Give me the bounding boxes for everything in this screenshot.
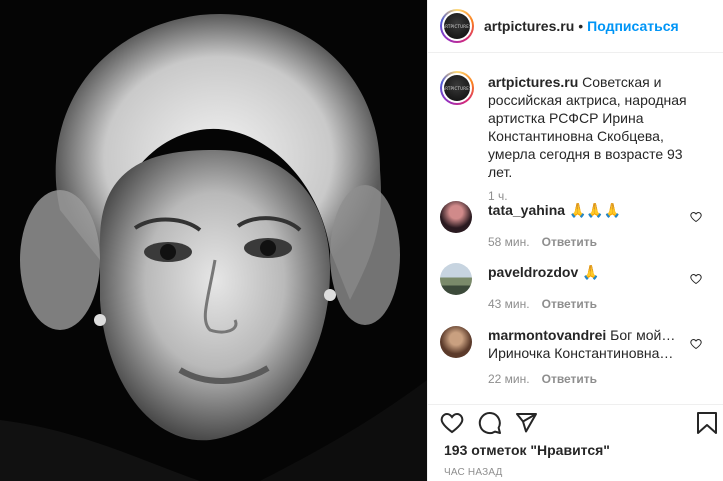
comment-meta: 43 мин. Ответить bbox=[488, 297, 597, 311]
caption-text-block: artpictures.ru Советская и российская ак… bbox=[488, 73, 708, 181]
comment-time[interactable]: 22 мин. bbox=[488, 372, 530, 386]
comment-meta: 22 мин. Ответить bbox=[488, 372, 597, 386]
account-avatar[interactable]: ARTPICTURES bbox=[440, 9, 474, 43]
header-separator: • bbox=[578, 18, 584, 34]
post-side-panel: ARTPICTURES artpictures.ru • Подписаться… bbox=[427, 0, 723, 481]
comment-icon[interactable] bbox=[478, 411, 502, 435]
commenter-avatar[interactable] bbox=[440, 326, 472, 358]
posted-time[interactable]: ЧАС НАЗАД bbox=[444, 467, 503, 478]
comment-meta: 58 мин. Ответить bbox=[488, 235, 597, 249]
action-icons bbox=[440, 411, 718, 437]
post-photo[interactable] bbox=[0, 0, 427, 481]
comment-time[interactable]: 43 мин. bbox=[488, 297, 530, 311]
reply-button[interactable]: Ответить bbox=[542, 372, 597, 386]
post-header: ARTPICTURES artpictures.ru • Подписаться bbox=[428, 0, 723, 53]
reply-button[interactable]: Ответить bbox=[542, 235, 597, 249]
caption-avatar-image: ARTPICTURES bbox=[444, 75, 470, 101]
comment-username[interactable]: tata_yahina bbox=[488, 202, 565, 218]
account-username[interactable]: artpictures.ru bbox=[484, 18, 574, 34]
comment-time[interactable]: 58 мин. bbox=[488, 235, 530, 249]
comment-text-block: marmontovandrei Бог мой… Ириночка Конста… bbox=[488, 326, 688, 362]
follow-button[interactable]: Подписаться bbox=[587, 18, 679, 34]
likes-count[interactable]: 193 отметок "Нравится" bbox=[444, 442, 610, 458]
caption-avatar[interactable]: ARTPICTURES bbox=[440, 71, 474, 105]
comment-text: 🙏 bbox=[582, 264, 600, 280]
comment-like-icon[interactable] bbox=[690, 211, 702, 223]
portrait-image bbox=[0, 0, 427, 481]
comments-list[interactable]: ARTPICTURES artpictures.ru Советская и р… bbox=[428, 54, 723, 404]
comment-username[interactable]: paveldrozdov bbox=[488, 264, 578, 280]
comment-like-icon[interactable] bbox=[690, 338, 702, 350]
commenter-avatar[interactable] bbox=[440, 263, 472, 295]
caption-username[interactable]: artpictures.ru bbox=[488, 74, 578, 90]
comment-username[interactable]: marmontovandrei bbox=[488, 327, 606, 343]
comment-text-block: tata_yahina 🙏🙏🙏 bbox=[488, 201, 688, 219]
heart-icon[interactable] bbox=[440, 411, 464, 435]
avatar-image: ARTPICTURES bbox=[444, 13, 470, 39]
reply-button[interactable]: Ответить bbox=[542, 297, 597, 311]
post-actions: 193 отметок "Нравится" ЧАС НАЗАД bbox=[428, 404, 723, 481]
commenter-avatar[interactable] bbox=[440, 201, 472, 233]
comment-like-icon[interactable] bbox=[690, 273, 702, 285]
share-icon[interactable] bbox=[514, 411, 538, 435]
bookmark-icon[interactable] bbox=[696, 411, 718, 435]
comment-text-block: paveldrozdov 🙏 bbox=[488, 263, 688, 281]
comment-text: 🙏🙏🙏 bbox=[568, 202, 622, 218]
